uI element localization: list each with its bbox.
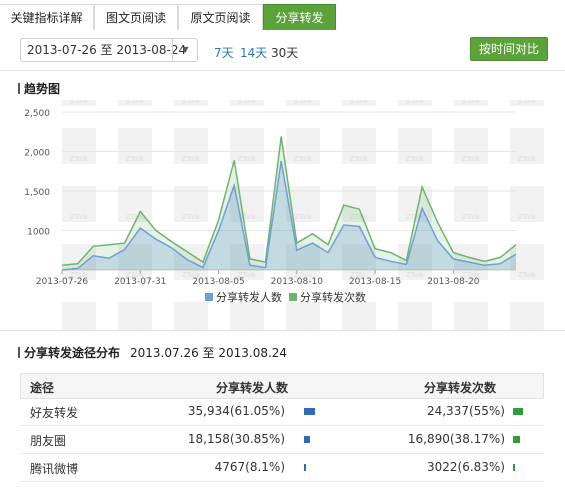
x-tick-label: 2013-07-26 [36, 277, 89, 287]
range-7d-link[interactable]: 7天 [214, 44, 234, 61]
watermark-tile [454, 302, 488, 330]
watermark-text: ZTalk [406, 155, 425, 163]
watermark-text: ZTalk [126, 155, 145, 163]
watermark-text: ZTalk [182, 213, 201, 221]
watermark-tile [230, 302, 264, 330]
x-tick-label: 2013-08-10 [271, 277, 324, 287]
times-share-bar [513, 464, 515, 471]
watermark-tile [118, 302, 152, 330]
trend-section-title: 趋势图 [18, 80, 60, 97]
watermark-text: ZTalk [462, 100, 481, 105]
watermark-text: ZTalk [70, 155, 89, 163]
watermark-text: ZTalk [350, 100, 369, 105]
watermark-tile [398, 302, 432, 330]
tab-bar: 关键指标详解 图文页阅读 原文页阅读 分享转发 [0, 0, 565, 31]
section-divider [0, 330, 565, 331]
row-people: 4767(8.1%) [214, 460, 285, 474]
y-tick-label: 1000 [27, 228, 50, 238]
col-times: 分享转发次数 [424, 381, 497, 395]
y-tick-label: 1,500 [24, 188, 50, 198]
people-share-bar [304, 464, 306, 471]
legend-swatch [205, 293, 213, 301]
compare-by-time-button[interactable]: 按时间对比 [470, 37, 548, 61]
range-30d-link[interactable]: 30天 [271, 44, 298, 61]
tab-share-forward[interactable]: 分享转发 [263, 4, 336, 30]
section-marker [18, 347, 20, 358]
tab-original-reads[interactable]: 原文页阅读 [178, 4, 263, 30]
people-share-bar [304, 408, 315, 415]
legend-label: 分享转发次数 [300, 290, 366, 304]
range-14d-link[interactable]: 14天 [240, 44, 267, 61]
row-times: 16,890(38.17%) [407, 432, 505, 446]
row-divider [20, 425, 544, 426]
watermark-text: ZTalk [294, 213, 313, 221]
watermark-text: ZTalk [406, 271, 425, 279]
watermark-text: ZTalk [462, 155, 481, 163]
row-times: 24,337(55%) [426, 404, 505, 418]
x-tick-label: 2013-08-20 [427, 277, 480, 287]
watermark-text: ZTalk [70, 100, 89, 105]
date-range-text: 2013-07-26 至 2013-08-24 [27, 43, 187, 57]
watermark-text: ZTalk [462, 213, 481, 221]
watermark-tile [342, 302, 376, 330]
chart-legend: 分享转发人数 分享转发次数 [205, 290, 366, 304]
watermark-text: ZTalk [518, 100, 537, 105]
row-times: 3022(6.83%) [426, 460, 505, 474]
col-channel: 途径 [30, 381, 55, 395]
watermark-tile [510, 302, 544, 330]
chevron-down-icon[interactable]: ▼ [172, 38, 198, 62]
watermark-tile [62, 302, 96, 330]
times-share-bar [513, 408, 523, 415]
watermark-text: ZTalk [238, 100, 257, 105]
watermark-text: ZTalk [294, 155, 313, 163]
y-tick-label: 2,500 [24, 109, 50, 119]
watermark-tile [174, 302, 208, 330]
x-tick-label: 2013-08-15 [349, 277, 401, 287]
legend-swatch [289, 293, 297, 301]
row-people: 18,158(30.85%) [187, 432, 285, 446]
tab-article-reads[interactable]: 图文页阅读 [94, 4, 178, 30]
section-marker [18, 83, 20, 94]
watermark-text: ZTalk [518, 213, 537, 221]
trend-title-text: 趋势图 [24, 82, 61, 96]
people-share-bar [304, 436, 310, 443]
x-tick-label: 2013-08-05 [192, 277, 244, 287]
x-tick-label: 2013-07-31 [114, 277, 166, 287]
times-share-bar [513, 436, 520, 443]
watermark-text: ZTalk [294, 100, 313, 105]
watermark-text: ZTalk [406, 100, 425, 105]
watermark-tile [286, 302, 320, 330]
watermark-text: ZTalk [70, 213, 89, 221]
y-tick-label: 2,000 [24, 149, 50, 159]
row-people: 35,934(61.05%) [187, 404, 285, 418]
row-channel: 腾讯微博 [30, 462, 79, 476]
y-axis-ticks: 1000 1,500 2,000 2,500 [24, 109, 50, 238]
trend-chart: ZTalk ZTalk ZTalk ZTalk ZTalk ZTalk ZTalk ZTalk… [24, 100, 544, 330]
distribution-section-title: 分享转发途径分布 2013.07.26 至 2013.08.24 [18, 344, 287, 361]
col-people: 分享转发人数 [216, 381, 289, 395]
watermark-text: ZTalk [238, 155, 257, 163]
watermark-text: ZTalk [518, 271, 537, 279]
row-divider [20, 453, 544, 454]
watermark-text: ZTalk [182, 100, 201, 105]
row-channel: 朋友圈 [30, 434, 67, 448]
tab-key-metrics[interactable]: 关键指标详解 [0, 4, 94, 30]
row-channel: 好友转发 [30, 406, 79, 420]
watermark-text: ZTalk [182, 155, 201, 163]
watermark-text: ZTalk [126, 100, 145, 105]
distribution-title-text: 分享转发途径分布 [24, 346, 121, 360]
watermark-text: ZTalk [518, 155, 537, 163]
row-divider [20, 481, 544, 482]
distribution-date-range: 2013.07.26 至 2013.08.24 [130, 346, 288, 360]
legend-label: 分享转发人数 [216, 290, 282, 304]
watermark-text: ZTalk [350, 155, 369, 163]
